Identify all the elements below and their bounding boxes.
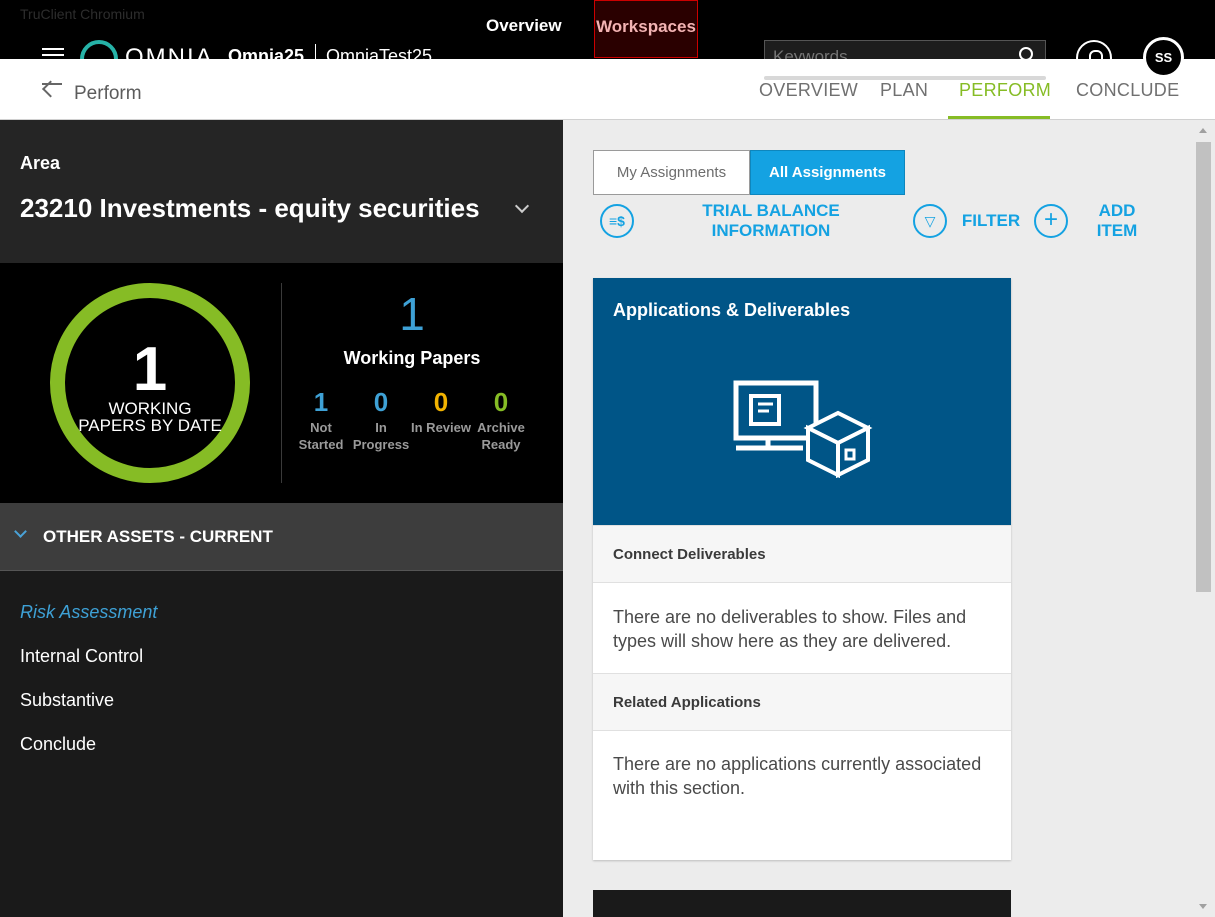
related-applications-title: Related Applications: [613, 694, 761, 711]
status-not-started[interactable]: 1 Not Started: [291, 387, 351, 453]
status-count: 0: [493, 387, 509, 417]
applications-deliverables-card: Applications & Deliverables Connect Deli…: [593, 278, 1011, 860]
tab-overview[interactable]: OVERVIEW: [759, 80, 858, 101]
working-papers-stats: 1 WORKING PAPERS BY DATE 1 Working Paper…: [0, 263, 563, 503]
nav-conclude[interactable]: Conclude: [20, 734, 96, 755]
search-box[interactable]: [764, 40, 1046, 60]
related-applications-header: Related Applications: [593, 673, 1011, 731]
scroll-down-arrow[interactable]: [1199, 904, 1207, 909]
tab-conclude[interactable]: CONCLUDE: [1076, 80, 1179, 101]
add-icon[interactable]: +: [1034, 204, 1068, 238]
nav-internal-control[interactable]: Internal Control: [20, 646, 143, 667]
phase-bar: Perform OVERVIEW PLAN PERFORM CONCLUDE: [0, 59, 1215, 120]
status-label: In Progress: [352, 420, 410, 452]
top-nav-workspaces[interactable]: Workspaces: [594, 0, 698, 58]
status-label: Archive Ready: [477, 420, 525, 452]
top-bar: TruClient Chromium Overview Workspaces O…: [0, 0, 1215, 78]
left-panel: Area 23210 Investments - equity securiti…: [0, 120, 563, 917]
user-avatar[interactable]: SS: [1143, 37, 1184, 78]
area-label: Area: [20, 153, 61, 173]
engagement-divider: [315, 44, 316, 60]
filter-button[interactable]: FILTER: [956, 211, 1026, 231]
scrollbar-thumb[interactable]: [1196, 142, 1211, 592]
chevron-down-icon[interactable]: [14, 525, 27, 538]
stats-divider: [281, 283, 282, 483]
connect-deliverables-header: Connect Deliverables: [593, 525, 1011, 583]
engagement-name[interactable]: Omnia25: [228, 46, 304, 60]
active-tab-indicator: [948, 116, 1050, 119]
area-value[interactable]: 23210 Investments - equity securities: [20, 193, 480, 224]
status-count: 1: [313, 387, 329, 417]
working-papers-count: 1: [399, 288, 425, 340]
nav-risk-assessment[interactable]: Risk Assessment: [20, 602, 157, 623]
assignments-toggle: My Assignments All Assignments: [593, 150, 905, 195]
engagement-sub[interactable]: OmniaTest25: [326, 46, 432, 60]
ring-number: 1: [132, 335, 168, 404]
computer-package-icon: [733, 380, 873, 478]
status-count: 0: [433, 387, 449, 417]
tab-perform[interactable]: PERFORM: [959, 80, 1051, 101]
omnia-logo-text: OMNIA: [125, 44, 214, 60]
filter-icon[interactable]: ▽: [913, 204, 947, 238]
trial-balance-icon[interactable]: ≡$: [600, 204, 634, 238]
card-title: Applications & Deliverables: [613, 300, 851, 320]
working-papers-ring: 1 WORKING PAPERS BY DATE: [50, 283, 250, 483]
next-card: [593, 890, 1011, 917]
all-assignments-button[interactable]: All Assignments: [750, 150, 905, 195]
status-count: 0: [373, 387, 389, 417]
nav-substantive[interactable]: Substantive: [20, 690, 114, 711]
ring-label: WORKING PAPERS BY DATE: [78, 399, 222, 435]
deliverables-message: There are no deliverables to show. Files…: [613, 607, 967, 651]
status-in-progress[interactable]: 0 In Progress: [351, 387, 411, 453]
tab-plan[interactable]: PLAN: [880, 80, 928, 101]
status-label: Not Started: [298, 420, 344, 452]
working-papers-label: Working Papers: [343, 348, 481, 368]
card-hero: Applications & Deliverables: [593, 278, 1011, 525]
chevron-down-icon[interactable]: [514, 198, 530, 214]
top-nav-overview[interactable]: Overview: [486, 16, 562, 36]
browser-title: TruClient Chromium: [20, 6, 145, 22]
right-panel: My Assignments All Assignments ≡$ TRIAL …: [563, 120, 1215, 917]
connect-deliverables-title: Connect Deliverables: [613, 546, 766, 563]
trial-balance-button[interactable]: TRIAL BALANCE INFORMATION: [691, 201, 851, 241]
status-archive-ready[interactable]: 0 Archive Ready: [471, 387, 531, 453]
section-header[interactable]: OTHER ASSETS - CURRENT: [0, 503, 563, 571]
status-label: In Review: [411, 420, 471, 435]
section-title: OTHER ASSETS - CURRENT: [43, 527, 273, 546]
back-arrow-icon[interactable]: [42, 83, 62, 85]
scroll-up-arrow[interactable]: [1199, 128, 1207, 133]
area-selector[interactable]: Area 23210 Investments - equity securiti…: [0, 120, 563, 263]
applications-message: There are no applications currently asso…: [613, 754, 982, 798]
back-link[interactable]: Perform: [74, 83, 142, 105]
my-assignments-button[interactable]: My Assignments: [593, 150, 750, 195]
status-in-review[interactable]: 0 In Review: [411, 387, 471, 436]
add-item-button[interactable]: ADD ITEM: [1091, 201, 1143, 241]
search-input[interactable]: [765, 41, 1005, 60]
